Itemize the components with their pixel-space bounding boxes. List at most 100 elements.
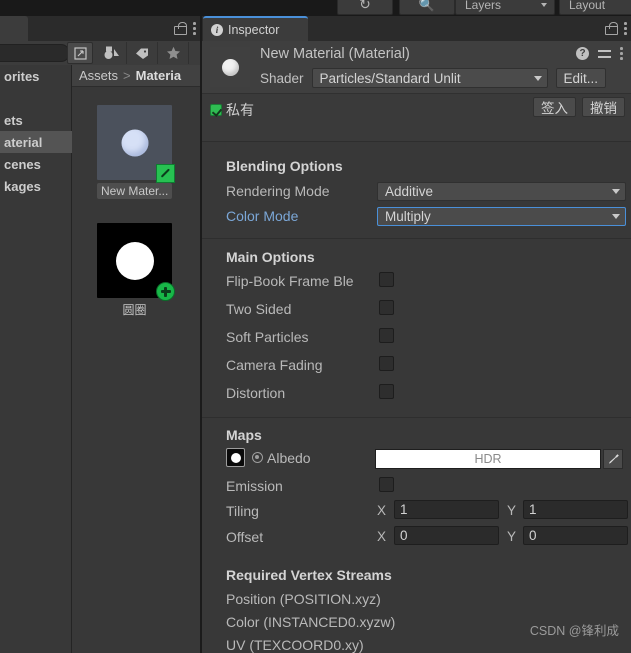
material-sphere-icon bbox=[121, 129, 148, 156]
vertex-stream-uv: UV (TEXCOORD0.xy) bbox=[226, 637, 364, 653]
soft-particles-checkbox[interactable] bbox=[379, 328, 394, 343]
two-sided-checkbox[interactable] bbox=[379, 300, 394, 315]
project-tabbar: ct bbox=[0, 16, 200, 41]
emission-checkbox[interactable] bbox=[379, 477, 394, 492]
color-mode-value: Multiply bbox=[385, 209, 431, 224]
search-toolbar-button[interactable]: 🔍 bbox=[399, 0, 455, 15]
distortion-checkbox[interactable] bbox=[379, 384, 394, 399]
vcs-private-row[interactable]: 私有 bbox=[210, 100, 254, 120]
hdr-label: HDR bbox=[474, 452, 502, 466]
offset-x-axis-label: X bbox=[377, 529, 387, 544]
unity-main-toolbar: ↻ 🔍 Layers Layout bbox=[0, 0, 631, 16]
distortion-label: Distortion bbox=[226, 385, 286, 401]
albedo-texture-picker-icon[interactable] bbox=[252, 452, 263, 463]
breadcrumb-current[interactable]: Materia bbox=[136, 68, 182, 83]
tiling-x-input[interactable]: 1 bbox=[394, 500, 499, 519]
star-icon[interactable] bbox=[159, 42, 189, 64]
circle-texture-icon bbox=[115, 241, 154, 280]
asset-thumbnail bbox=[97, 223, 175, 301]
shader-row: Shader Particles/Standard Unlit Edit... bbox=[260, 68, 607, 88]
albedo-color-swatch[interactable] bbox=[226, 448, 245, 467]
breadcrumb-root[interactable]: Assets bbox=[79, 68, 118, 83]
breadcrumb: Assets > Materia bbox=[72, 65, 200, 87]
color-mode-dropdown[interactable]: Multiply bbox=[377, 207, 626, 226]
tiling-y-input[interactable]: 1 bbox=[523, 500, 628, 519]
star-glyph bbox=[167, 46, 180, 59]
edit-badge-icon bbox=[156, 164, 175, 183]
project-asset-grid: Assets > Materia New Mater... 圆圈 bbox=[72, 65, 200, 653]
unity-editor-window: ↻ 🔍 Layers Layout ct bbox=[0, 0, 631, 653]
rendering-mode-label: Rendering Mode bbox=[226, 183, 330, 199]
kebab-menu-icon[interactable] bbox=[193, 22, 196, 35]
kebab-menu-icon[interactable] bbox=[620, 47, 623, 60]
kebab-menu-icon[interactable] bbox=[624, 22, 627, 35]
lock-icon[interactable] bbox=[605, 22, 618, 35]
search-input[interactable] bbox=[0, 44, 70, 62]
layout-dropdown[interactable]: Layout bbox=[559, 0, 631, 15]
tab-inspector-label: Inspector bbox=[228, 22, 280, 37]
offset-x-input[interactable]: 0 bbox=[394, 526, 499, 545]
chevron-down-icon bbox=[612, 189, 620, 194]
eyedropper-glyph bbox=[608, 453, 619, 464]
section-main-options: Main Options bbox=[226, 249, 315, 265]
inspector-panel: i Inspector New Material (Material) ? Sh… bbox=[202, 16, 631, 653]
tab-inspector[interactable]: i Inspector bbox=[203, 16, 308, 41]
expand-glyph bbox=[73, 46, 87, 60]
undo-history-button[interactable]: ↻ bbox=[337, 0, 393, 15]
add-badge-icon bbox=[156, 282, 175, 301]
material-header: New Material (Material) ? Shader Particl… bbox=[202, 41, 631, 94]
material-preview bbox=[210, 47, 250, 87]
section-maps: Maps bbox=[226, 427, 262, 443]
rendering-mode-value: Additive bbox=[385, 184, 434, 199]
layers-label: Layers bbox=[465, 0, 502, 12]
tree-item-assets[interactable]: ets bbox=[0, 109, 72, 131]
shape-icon[interactable] bbox=[97, 42, 127, 64]
offset-y-input[interactable]: 0 bbox=[523, 526, 628, 545]
tag-icon[interactable] bbox=[128, 42, 158, 64]
shader-value: Particles/Standard Unlit bbox=[319, 70, 461, 86]
chevron-down-icon bbox=[612, 214, 620, 219]
preset-icon[interactable] bbox=[598, 47, 611, 60]
tree-item-material[interactable]: aterial bbox=[0, 131, 72, 153]
vcs-revert-button[interactable]: 撤销 bbox=[582, 97, 625, 117]
tiling-label: Tiling bbox=[226, 503, 259, 519]
section-blending-options: Blending Options bbox=[226, 158, 343, 174]
shader-dropdown[interactable]: Particles/Standard Unlit bbox=[311, 68, 548, 88]
asset-thumbnail bbox=[97, 105, 175, 183]
material-sphere-icon bbox=[221, 58, 239, 76]
tree-item-scenes[interactable]: cenes bbox=[0, 153, 72, 175]
tree-item-label: aterial bbox=[4, 134, 43, 150]
shader-edit-button[interactable]: Edit... bbox=[555, 68, 607, 88]
label-icon[interactable] bbox=[190, 42, 200, 64]
tree-item-packages[interactable]: kages bbox=[0, 175, 72, 197]
layers-dropdown[interactable]: Layers bbox=[455, 0, 555, 15]
tag-glyph bbox=[136, 48, 148, 59]
vcs-buttons: 签入 撤销 bbox=[533, 97, 625, 117]
tree-item-label: orites bbox=[4, 68, 40, 84]
asset-item-new-material[interactable]: New Mater... bbox=[97, 105, 175, 199]
section-divider bbox=[202, 238, 631, 239]
expand-icon[interactable] bbox=[67, 42, 93, 64]
tiling-y-axis-label: Y bbox=[507, 503, 517, 518]
vertex-stream-position: Position (POSITION.xyz) bbox=[226, 591, 381, 607]
asset-item-circle-texture[interactable]: 圆圈 bbox=[97, 223, 175, 318]
camera-fading-checkbox[interactable] bbox=[379, 356, 394, 371]
lock-icon[interactable] bbox=[174, 22, 187, 35]
project-folder-tree: orites ets aterial cenes kages bbox=[0, 65, 72, 653]
vcs-checkin-button[interactable]: 签入 bbox=[533, 97, 576, 117]
tree-item-favorites[interactable]: orites bbox=[0, 65, 72, 87]
vcs-private-checkbox[interactable] bbox=[210, 104, 222, 116]
tab-project[interactable]: ct bbox=[0, 16, 28, 41]
help-icon[interactable]: ? bbox=[576, 47, 589, 60]
inspector-tab-actions bbox=[605, 16, 627, 41]
rendering-mode-dropdown[interactable]: Additive bbox=[377, 182, 626, 201]
tree-item-label: kages bbox=[4, 178, 41, 194]
flipbook-frame-blending-checkbox[interactable] bbox=[379, 272, 394, 287]
search-icon: 🔍 bbox=[418, 0, 436, 12]
flipbook-frame-blending-label: Flip-Book Frame Ble bbox=[226, 273, 354, 289]
label-glyph bbox=[200, 47, 201, 60]
material-properties: Blending Options Rendering Mode Additive… bbox=[202, 142, 631, 653]
eyedropper-icon[interactable] bbox=[603, 449, 623, 469]
shader-label: Shader bbox=[260, 70, 304, 86]
albedo-hdr-color-field[interactable]: HDR bbox=[375, 449, 601, 469]
